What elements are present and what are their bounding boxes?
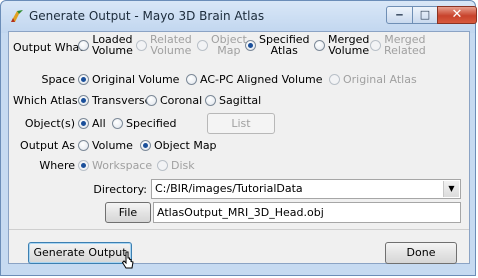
output-as-volume-radio[interactable]: Volume xyxy=(78,139,133,152)
radio-icon xyxy=(78,95,89,106)
radio-icon xyxy=(186,74,197,85)
radio-icon xyxy=(370,39,381,51)
option-label: Sagittal xyxy=(219,94,262,107)
option-label: Volume xyxy=(92,139,133,152)
divider xyxy=(9,229,469,230)
dialog-body: Output What Loaded Volume Related Volume… xyxy=(8,31,470,264)
radio-icon xyxy=(245,39,256,51)
objects-specified-radio[interactable]: Specified xyxy=(112,117,177,130)
option-label: Specified xyxy=(126,117,177,130)
output-what-related-volume-radio[interactable]: Related Volume xyxy=(136,34,192,56)
done-button[interactable]: Done xyxy=(385,242,457,264)
option-label: Volume xyxy=(150,44,192,57)
radio-icon xyxy=(197,39,208,51)
directory-label: Directory: xyxy=(93,183,147,196)
output-what-object-map-radio[interactable]: Object Map xyxy=(197,34,247,56)
output-what-label: Output What xyxy=(13,41,84,54)
option-label: AC-PC Aligned Volume xyxy=(200,73,323,86)
radio-icon xyxy=(112,118,123,129)
output-what-merged-related-radio[interactable]: Merged Related xyxy=(370,34,426,56)
app-icon xyxy=(11,10,23,22)
output-what-specified-atlas-radio[interactable]: Specified Atlas xyxy=(245,34,310,56)
file-name-field[interactable]: AtlasOutput_MRI_3D_Head.obj xyxy=(153,202,461,223)
radio-icon xyxy=(140,140,151,151)
radio-icon xyxy=(314,39,325,51)
which-atlas-label: Which Atlas xyxy=(13,94,78,107)
radio-icon xyxy=(78,39,89,51)
radio-icon xyxy=(78,74,89,85)
option-label: Coronal xyxy=(160,94,203,107)
atlas-transverse-radio[interactable]: Transverse xyxy=(78,94,151,107)
minimize-button[interactable]: ‒ xyxy=(386,6,413,24)
radio-icon xyxy=(329,74,340,85)
option-label: Disk xyxy=(171,159,195,172)
radio-icon xyxy=(157,160,168,171)
space-acpc-aligned-volume-radio[interactable]: AC-PC Aligned Volume xyxy=(186,73,323,86)
chevron-down-icon[interactable]: ▼ xyxy=(443,181,459,197)
radio-icon xyxy=(78,118,89,129)
option-label: Volume xyxy=(92,44,133,57)
mouse-cursor-icon xyxy=(121,251,134,269)
window-title: Generate Output - Mayo 3D Brain Atlas xyxy=(29,9,265,23)
title-bar[interactable]: Generate Output - Mayo 3D Brain Atlas ‒ … xyxy=(1,1,477,31)
maximize-button[interactable]: □ xyxy=(412,6,438,24)
where-label: Where xyxy=(39,159,75,172)
close-button[interactable]: ✕ xyxy=(437,6,477,24)
directory-value: C:/BIR/images/TutorialData xyxy=(155,182,303,195)
option-label: Map xyxy=(217,44,241,57)
space-label: Space xyxy=(41,73,75,86)
file-button[interactable]: File xyxy=(105,202,151,223)
minimize-icon: ‒ xyxy=(395,8,404,21)
close-icon: ✕ xyxy=(451,7,463,22)
option-label: Original Atlas xyxy=(343,73,417,86)
option-label: All xyxy=(92,117,106,130)
atlas-coronal-radio[interactable]: Coronal xyxy=(146,94,202,107)
output-what-loaded-volume-radio[interactable]: Loaded Volume xyxy=(78,34,133,56)
radio-icon xyxy=(146,95,157,106)
output-as-label: Output As xyxy=(20,139,75,152)
output-as-object-map-radio[interactable]: Object Map xyxy=(140,139,217,152)
option-label: Transverse xyxy=(92,94,152,107)
space-original-atlas-radio[interactable]: Original Atlas xyxy=(329,73,417,86)
where-workspace-radio[interactable]: Workspace xyxy=(78,159,152,172)
directory-combobox[interactable]: C:/BIR/images/TutorialData ▼ xyxy=(151,179,461,199)
objects-label: Object(s) xyxy=(24,117,75,130)
option-label: Workspace xyxy=(92,159,153,172)
radio-icon xyxy=(205,95,216,106)
option-label: Object Map xyxy=(154,139,217,152)
radio-icon xyxy=(136,39,147,51)
radio-icon xyxy=(78,140,89,151)
option-label: Atlas xyxy=(270,44,298,57)
option-label: Volume xyxy=(328,44,370,57)
option-label: Related xyxy=(384,44,426,57)
objects-all-radio[interactable]: All xyxy=(78,117,106,130)
where-disk-radio[interactable]: Disk xyxy=(157,159,195,172)
output-what-merged-volume-radio[interactable]: Merged Volume xyxy=(314,34,369,56)
radio-icon xyxy=(78,160,89,171)
list-button[interactable]: List xyxy=(207,113,275,134)
maximize-icon: □ xyxy=(419,8,431,21)
atlas-sagittal-radio[interactable]: Sagittal xyxy=(205,94,261,107)
space-original-volume-radio[interactable]: Original Volume xyxy=(78,73,179,86)
option-label: Original Volume xyxy=(92,73,180,86)
generate-output-window: Generate Output - Mayo 3D Brain Atlas ‒ … xyxy=(0,0,477,276)
generate-output-button[interactable]: Generate Output xyxy=(28,242,132,264)
